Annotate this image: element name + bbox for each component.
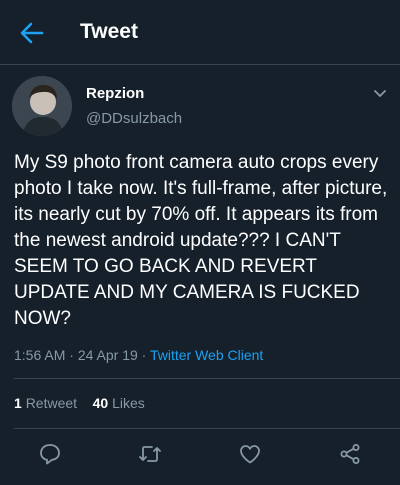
- retweets-stat[interactable]: 1 Retweet: [14, 395, 77, 411]
- avatar-image: [12, 76, 72, 136]
- retweets-count: 1: [14, 395, 22, 411]
- likes-label: Likes: [112, 395, 145, 411]
- retweet-button[interactable]: [138, 442, 162, 466]
- like-icon: [240, 445, 260, 464]
- avatar[interactable]: [12, 76, 72, 136]
- action-bar: [0, 442, 400, 468]
- divider: [14, 428, 400, 429]
- share-button[interactable]: [338, 442, 362, 466]
- reply-button[interactable]: [38, 442, 62, 466]
- likes-stat[interactable]: 40 Likes: [93, 395, 145, 411]
- tweet-meta: 1:56 AM · 24 Apr 19 · Twitter Web Client: [14, 347, 263, 363]
- author-name[interactable]: Repzion: [86, 85, 144, 102]
- top-bar: Tweet: [0, 0, 400, 65]
- tweet-client-link[interactable]: Twitter Web Client: [150, 347, 263, 363]
- tweet-time: 1:56 AM: [14, 347, 66, 363]
- like-button[interactable]: [238, 442, 262, 466]
- meta-separator: ·: [69, 347, 74, 363]
- divider: [14, 378, 400, 379]
- retweet-icon: [139, 446, 161, 462]
- chevron-down-icon[interactable]: [372, 86, 388, 102]
- back-arrow-icon[interactable]: [18, 19, 46, 47]
- retweets-label: Retweet: [25, 395, 78, 411]
- author-handle[interactable]: @DDsulzbach: [86, 110, 182, 127]
- likes-count: 40: [92, 395, 109, 411]
- tweet-text: My S9 photo front camera auto crops ever…: [14, 152, 388, 329]
- tweet-stats: 1 Retweet 40 Likes: [14, 395, 145, 411]
- reply-icon: [40, 444, 60, 465]
- tweet-date: 24 Apr 19: [77, 347, 138, 363]
- meta-separator: ·: [141, 347, 147, 363]
- page-title: Tweet: [80, 20, 138, 43]
- share-icon: [340, 444, 360, 464]
